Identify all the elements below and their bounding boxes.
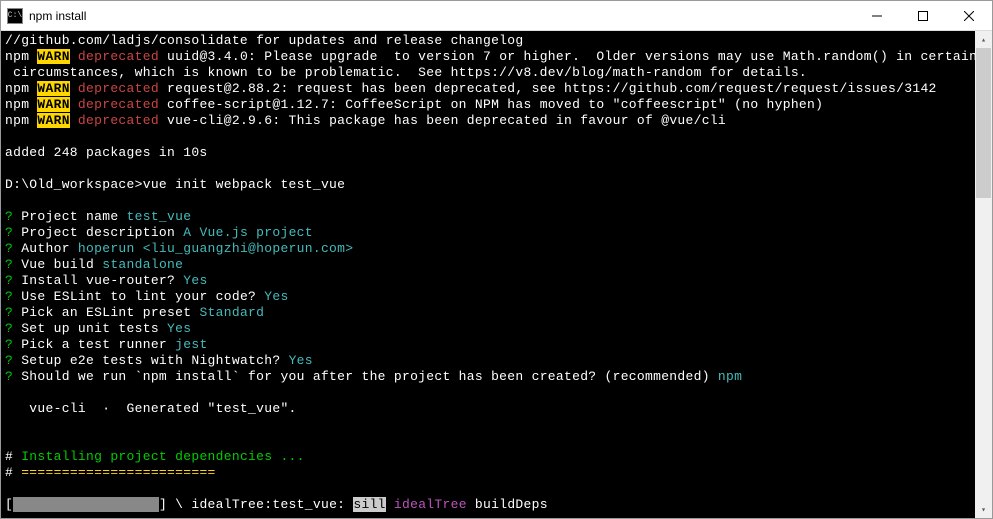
terminal-line: # ======================== [5, 465, 971, 481]
terminal-line [5, 433, 971, 449]
scrollbar[interactable]: ▴ ▾ [975, 31, 992, 518]
terminal-line: [ ] \ idealTree:test_vue: sill idealTree… [5, 497, 971, 513]
scroll-up-icon[interactable]: ▴ [975, 31, 992, 48]
terminal-line [5, 193, 971, 209]
terminal-line: # Installing project dependencies ... [5, 449, 971, 465]
terminal-line: npm WARN deprecated uuid@3.4.0: Please u… [5, 49, 971, 65]
terminal-line: added 248 packages in 10s [5, 145, 971, 161]
scroll-down-icon[interactable]: ▾ [975, 501, 992, 518]
terminal-line [5, 417, 971, 433]
terminal-line: ? Set up unit tests Yes [5, 321, 971, 337]
terminal-line: ? Use ESLint to lint your code? Yes [5, 289, 971, 305]
cmd-icon: C:\ [7, 8, 23, 24]
terminal-line: npm WARN deprecated vue-cli@2.9.6: This … [5, 113, 971, 129]
window-controls [854, 1, 992, 31]
terminal-line [5, 385, 971, 401]
terminal-window: C:\ npm install //github.com/ladjs/conso… [0, 0, 993, 519]
terminal-line: ? Setup e2e tests with Nightwatch? Yes [5, 353, 971, 369]
terminal-line [5, 481, 971, 497]
terminal-line: vue-cli · Generated "test_vue". [5, 401, 971, 417]
close-button[interactable] [946, 1, 992, 31]
window-title: npm install [29, 9, 854, 23]
terminal-line [5, 129, 971, 145]
terminal-line: ? Project name test_vue [5, 209, 971, 225]
terminal-line: ? Vue build standalone [5, 257, 971, 273]
terminal-output[interactable]: //github.com/ladjs/consolidate for updat… [1, 31, 975, 518]
terminal-line: ? Pick an ESLint preset Standard [5, 305, 971, 321]
maximize-button[interactable] [900, 1, 946, 31]
terminal-line: ? Author hoperun <liu_guangzhi@hoperun.c… [5, 241, 971, 257]
terminal-line: npm WARN deprecated coffee-script@1.12.7… [5, 97, 971, 113]
terminal-line: ? Project description A Vue.js project [5, 225, 971, 241]
terminal-line: ? Should we run `npm install` for you af… [5, 369, 971, 385]
terminal-line: npm WARN deprecated request@2.88.2: requ… [5, 81, 971, 97]
terminal-line: //github.com/ladjs/consolidate for updat… [5, 33, 971, 49]
minimize-button[interactable] [854, 1, 900, 31]
terminal-line: D:\Old_workspace>vue init webpack test_v… [5, 177, 971, 193]
scrollbar-thumb[interactable] [976, 48, 991, 198]
terminal-line: circumstances, which is known to be prob… [5, 65, 971, 81]
titlebar: C:\ npm install [1, 1, 992, 31]
terminal-body-wrap: //github.com/ladjs/consolidate for updat… [1, 31, 992, 518]
terminal-line [5, 161, 971, 177]
terminal-line: ? Install vue-router? Yes [5, 273, 971, 289]
terminal-line: ? Pick a test runner jest [5, 337, 971, 353]
